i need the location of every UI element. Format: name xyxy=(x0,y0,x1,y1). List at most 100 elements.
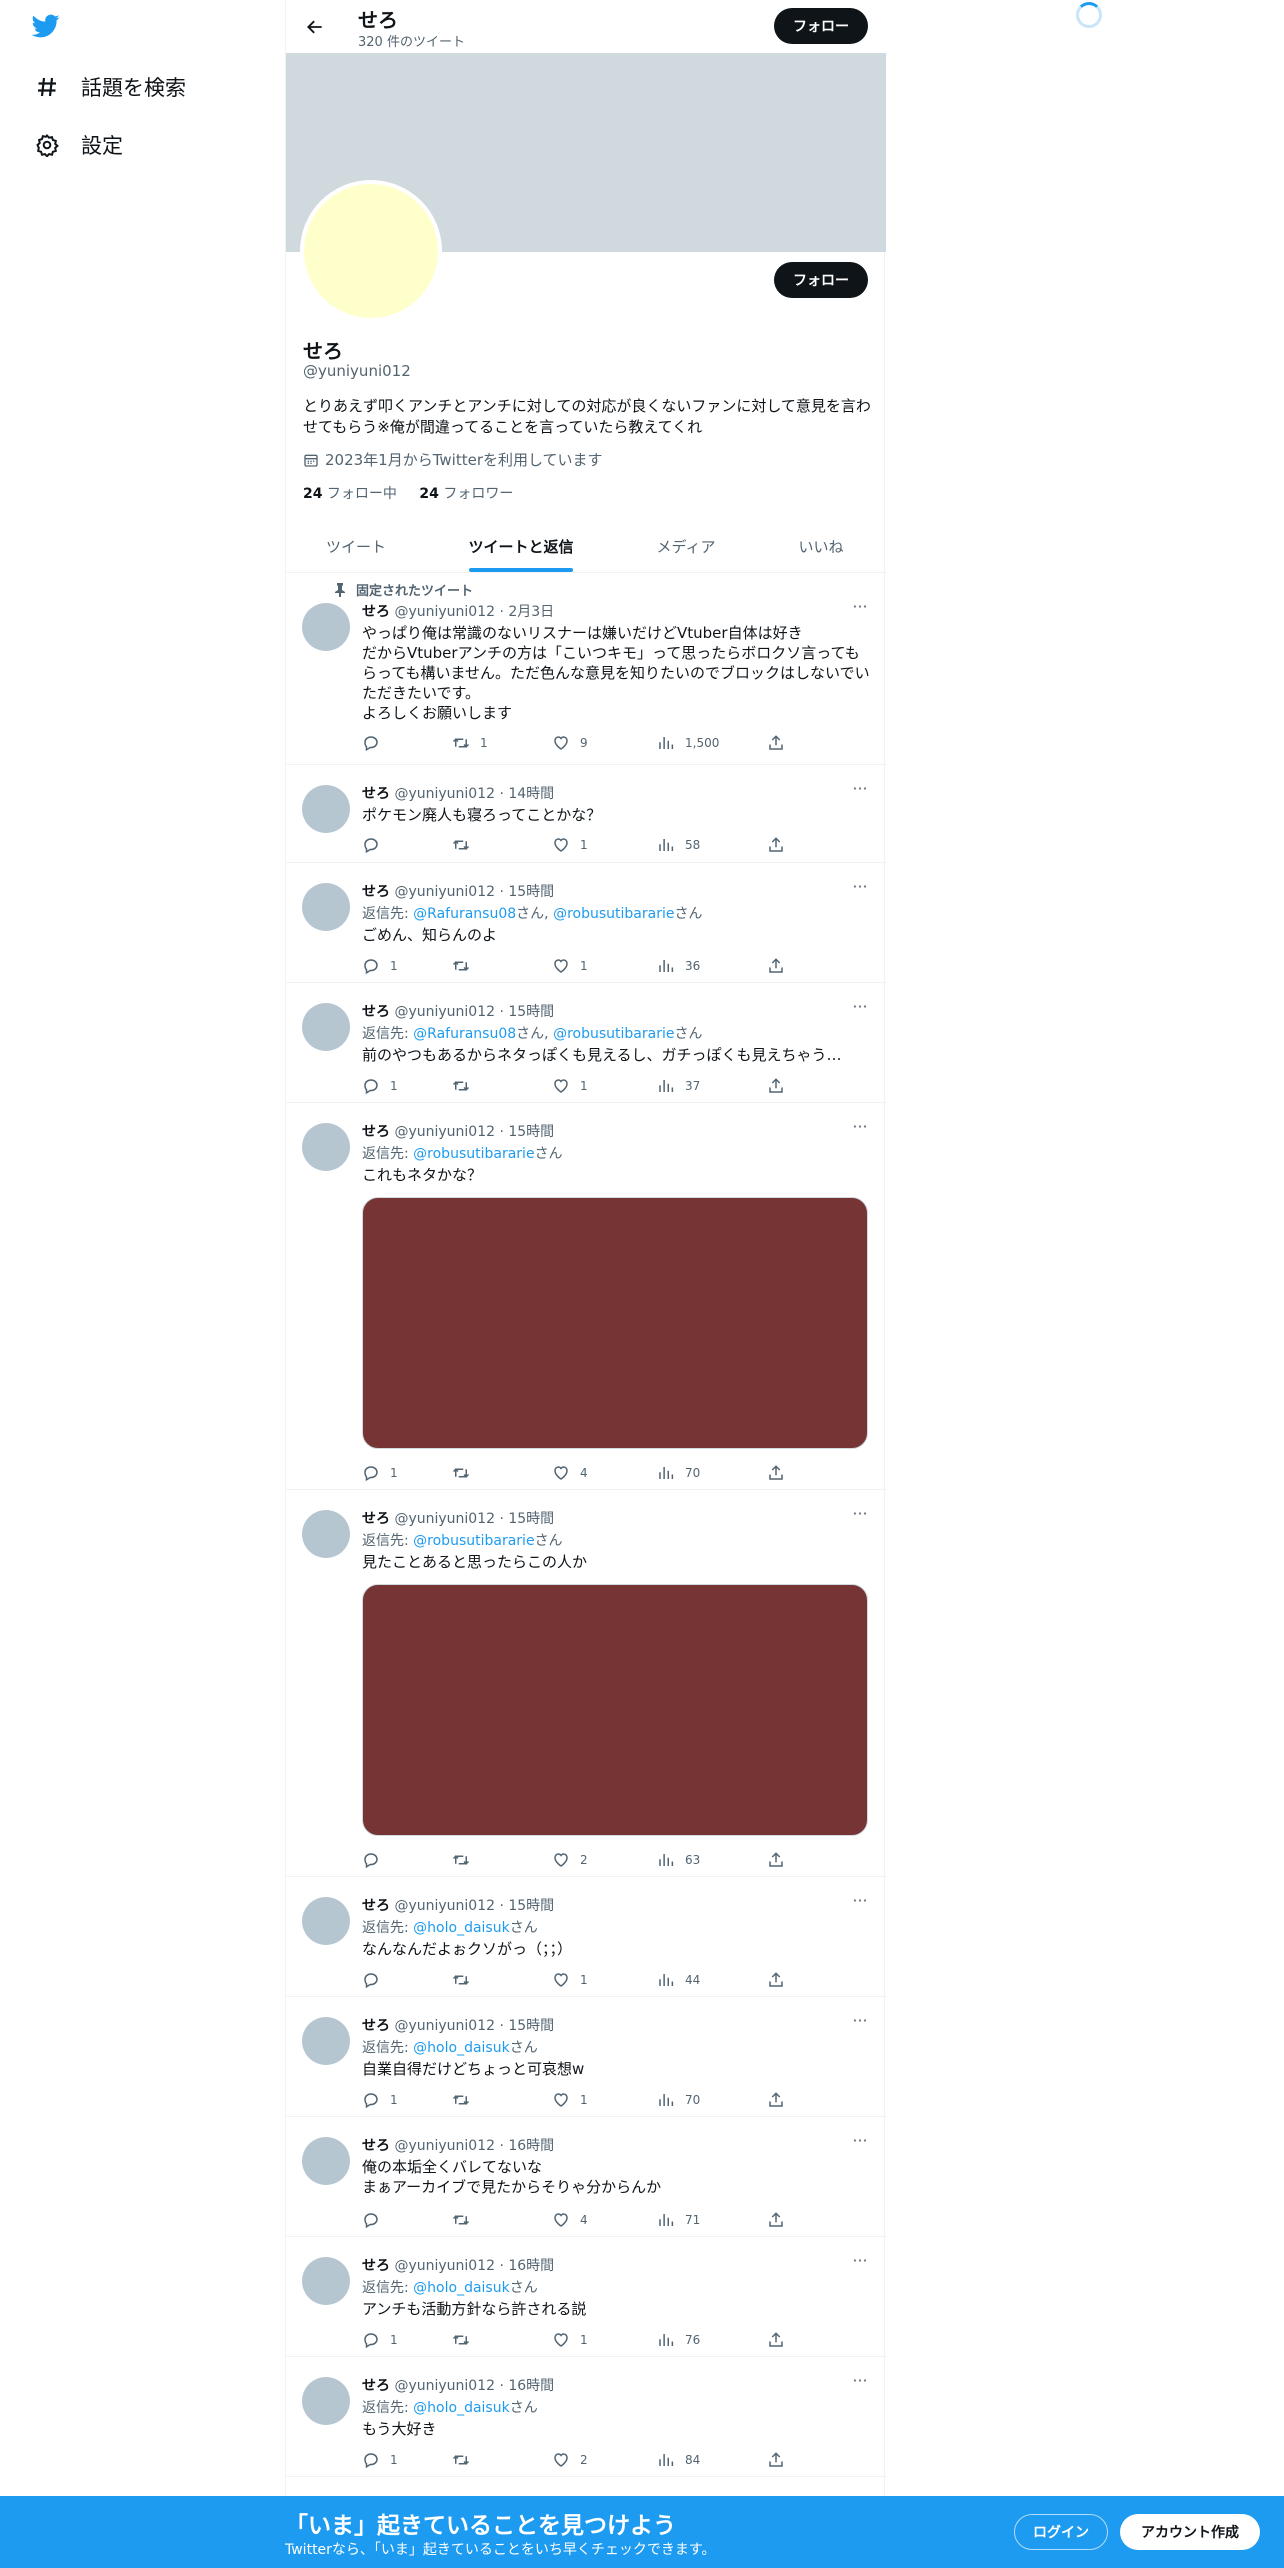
share-button[interactable] xyxy=(767,2210,785,2230)
mention-link[interactable]: @Rafuransu08 xyxy=(413,1026,516,1042)
tweet-avatar[interactable] xyxy=(302,785,350,833)
tweet[interactable]: せろ @yuniyuni012 · 15時間 ··· 返信先: @Rafuransu… xyxy=(286,863,886,983)
tab-likes[interactable]: いいね xyxy=(756,520,886,573)
retweet-button[interactable] xyxy=(452,1970,480,1990)
retweet-button[interactable] xyxy=(452,1850,480,1870)
share-button[interactable] xyxy=(767,956,785,976)
tweet-avatar[interactable] xyxy=(302,2257,350,2305)
tweet-author-name[interactable]: せろ xyxy=(362,604,390,620)
views-button[interactable]: 37 xyxy=(657,1076,700,1096)
mention-link[interactable]: @robusutibararie xyxy=(553,1026,674,1042)
retweet-button[interactable]: 1 xyxy=(452,733,488,753)
share-button[interactable] xyxy=(767,835,785,855)
like-button[interactable]: 2 xyxy=(552,2450,588,2470)
login-button[interactable]: ログイン xyxy=(1014,2514,1108,2550)
more-options-icon[interactable]: ··· xyxy=(850,599,870,615)
tweet-author-name[interactable]: せろ xyxy=(362,2378,390,2394)
tweet-avatar[interactable] xyxy=(302,603,350,651)
tweet-media-image[interactable] xyxy=(362,1197,868,1449)
reply-button[interactable]: 1 xyxy=(362,2090,398,2110)
tweet[interactable]: せろ @yuniyuni012 · 15時間 ··· 返信先: @Rafuransu… xyxy=(286,983,886,1103)
tweet[interactable]: せろ @yuniyuni012 · 15時間 ··· 返信先: @robusutib… xyxy=(286,1490,886,1877)
views-button[interactable]: 63 xyxy=(657,1850,700,1870)
retweet-button[interactable] xyxy=(452,2450,480,2470)
tweet-author-name[interactable]: せろ xyxy=(362,786,390,802)
tweet-author-name[interactable]: せろ xyxy=(362,1511,390,1527)
reply-button[interactable] xyxy=(362,733,390,753)
share-button[interactable] xyxy=(767,2090,785,2110)
tab-media[interactable]: メディア xyxy=(616,520,756,573)
like-button[interactable]: 1 xyxy=(552,1970,588,1990)
tweet[interactable]: せろ @yuniyuni012 · 2月3日 ··· やっぱり俺は常識のないリスナー… xyxy=(286,573,886,765)
like-button[interactable]: 9 xyxy=(552,733,588,753)
share-button[interactable] xyxy=(767,1850,785,1870)
reply-button[interactable]: 1 xyxy=(362,2450,398,2470)
views-button[interactable]: 36 xyxy=(657,956,700,976)
tweet-media-image[interactable] xyxy=(362,1584,868,1836)
mention-link[interactable]: @holo_daisuk xyxy=(413,2040,510,2056)
tweet-author-name[interactable]: せろ xyxy=(362,2138,390,2154)
more-options-icon[interactable]: ··· xyxy=(850,781,870,797)
mention-link[interactable]: @robusutibararie xyxy=(413,1533,534,1549)
share-button[interactable] xyxy=(767,2330,785,2350)
profile-follow-button[interactable]: フォロー xyxy=(774,262,868,298)
like-button[interactable]: 1 xyxy=(552,2090,588,2110)
share-button[interactable] xyxy=(767,1463,785,1483)
following-link[interactable]: 24 フォロー中 xyxy=(303,486,397,502)
retweet-button[interactable] xyxy=(452,2210,480,2230)
tweet-avatar[interactable] xyxy=(302,883,350,931)
like-button[interactable]: 1 xyxy=(552,835,588,855)
share-button[interactable] xyxy=(767,1970,785,1990)
views-button[interactable]: 70 xyxy=(657,1463,700,1483)
retweet-button[interactable] xyxy=(452,835,480,855)
sidebar-item-explore[interactable]: 話題を検索 xyxy=(33,67,186,107)
more-options-icon[interactable]: ··· xyxy=(850,2013,870,2029)
tweet[interactable]: せろ @yuniyuni012 · 15時間 ··· 返信先: @holo_dais… xyxy=(286,1877,886,1997)
tweet-avatar[interactable] xyxy=(302,1897,350,1945)
like-button[interactable]: 4 xyxy=(552,1463,588,1483)
retweet-button[interactable] xyxy=(452,2330,480,2350)
tweet-author-name[interactable]: せろ xyxy=(362,1898,390,1914)
tweet-avatar[interactable] xyxy=(302,2377,350,2425)
tweet-author-name[interactable]: せろ xyxy=(362,1124,390,1140)
like-button[interactable]: 1 xyxy=(552,2330,588,2350)
mention-link[interactable]: @robusutibararie xyxy=(553,906,674,922)
tweet-avatar[interactable] xyxy=(302,2017,350,2065)
tweet-author-name[interactable]: せろ xyxy=(362,1004,390,1020)
share-button[interactable] xyxy=(767,2450,785,2470)
tweet[interactable]: せろ @yuniyuni012 · 15時間 ··· 返信先: @robusutib… xyxy=(286,1103,886,1490)
tweet[interactable]: せろ @yuniyuni012 · 16時間 ··· 返信先: @holo_dais… xyxy=(286,2237,886,2357)
tweet-author-name[interactable]: せろ xyxy=(362,884,390,900)
tweet-avatar[interactable] xyxy=(302,2137,350,2185)
tweet-avatar[interactable] xyxy=(302,1003,350,1051)
more-options-icon[interactable]: ··· xyxy=(850,2253,870,2269)
reply-button[interactable]: 1 xyxy=(362,1076,398,1096)
tweet[interactable]: せろ @yuniyuni012 · 16時間 ··· 返信先: @holo_dais… xyxy=(286,2357,886,2477)
reply-button[interactable] xyxy=(362,1970,390,1990)
like-button[interactable]: 2 xyxy=(552,1850,588,1870)
tweet-avatar[interactable] xyxy=(302,1123,350,1171)
tweet-author-name[interactable]: せろ xyxy=(362,2258,390,2274)
retweet-button[interactable] xyxy=(452,956,480,976)
mention-link[interactable]: @holo_daisuk xyxy=(413,1920,510,1936)
reply-button[interactable]: 1 xyxy=(362,1463,398,1483)
views-button[interactable]: 84 xyxy=(657,2450,700,2470)
reply-button[interactable] xyxy=(362,835,390,855)
reply-button[interactable] xyxy=(362,2210,390,2230)
tweet[interactable]: せろ @yuniyuni012 · 15時間 ··· 返信先: @holo_dais… xyxy=(286,1997,886,2117)
more-options-icon[interactable]: ··· xyxy=(850,1506,870,1522)
share-button[interactable] xyxy=(767,733,785,753)
profile-avatar[interactable] xyxy=(300,180,442,322)
more-options-icon[interactable]: ··· xyxy=(850,1893,870,1909)
reply-button[interactable]: 1 xyxy=(362,2330,398,2350)
retweet-button[interactable] xyxy=(452,1076,480,1096)
views-button[interactable]: 1,500 xyxy=(657,733,719,753)
retweet-button[interactable] xyxy=(452,2090,480,2110)
mention-link[interactable]: @robusutibararie xyxy=(413,1146,534,1162)
views-button[interactable]: 76 xyxy=(657,2330,700,2350)
mention-link[interactable]: @Rafuransu08 xyxy=(413,906,516,922)
like-button[interactable]: 1 xyxy=(552,1076,588,1096)
tweet-avatar[interactable] xyxy=(302,1510,350,1558)
followers-link[interactable]: 24 フォロワー xyxy=(419,486,513,502)
tab-tweets[interactable]: ツイート xyxy=(286,520,426,573)
